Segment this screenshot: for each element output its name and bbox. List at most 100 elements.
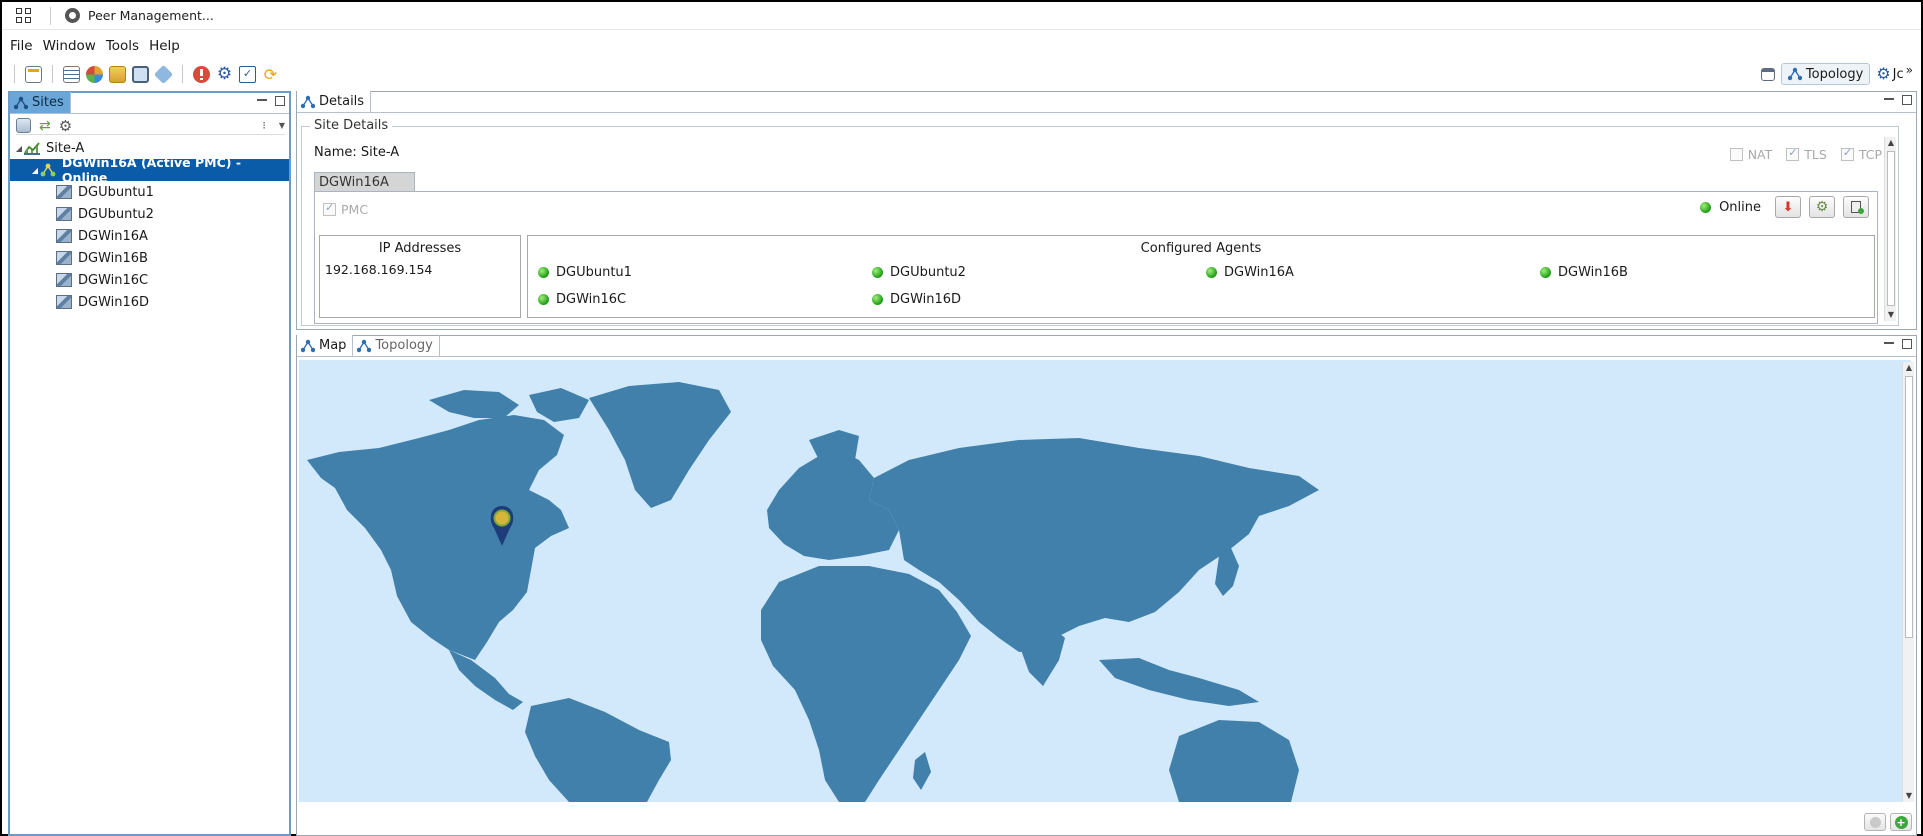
add-site-icon[interactable] xyxy=(16,118,31,133)
tls-label: TLS xyxy=(1804,147,1827,162)
tab-sites[interactable]: Sites xyxy=(10,92,71,113)
folders-icon[interactable] xyxy=(109,65,126,83)
tree-item-agent[interactable]: DGWin16C xyxy=(10,269,289,291)
settings-button[interactable]: ⚙ xyxy=(1809,196,1835,218)
details-panel-tabs: Details xyxy=(297,91,1916,113)
site-details-group: Site Details Name: Site-A NAT TLS TCP DG… xyxy=(301,118,1899,326)
app-window: Peer Management... File Window Tools Hel… xyxy=(0,0,1923,836)
sites-toolbar: ⇄ ⚙ ⁝ ▼ xyxy=(16,117,285,135)
configured-agents-header: Configured Agents xyxy=(1140,241,1262,256)
agent-item[interactable]: DGWin16B xyxy=(1540,265,1628,280)
ip-addresses-box: IP Addresses 192.168.169.154 xyxy=(319,235,521,318)
tab-map[interactable]: Map xyxy=(297,335,354,356)
arctic-islands xyxy=(529,388,589,422)
overflow-perspective-label[interactable]: Jc xyxy=(1893,67,1904,82)
agent-icon xyxy=(56,273,72,287)
sync-icon[interactable]: ⇄ xyxy=(39,118,51,134)
refresh-icon[interactable]: ⟳ xyxy=(262,66,279,83)
tree-item-agent[interactable]: DGWin16D xyxy=(10,291,289,313)
tree-item-label: DGUbuntu2 xyxy=(78,206,154,222)
topology-icon xyxy=(301,95,315,108)
checkbox-box xyxy=(323,201,336,216)
chevron-right-icon[interactable]: » xyxy=(1906,63,1913,77)
online-status-led-icon xyxy=(872,267,883,278)
menu-file[interactable]: File xyxy=(8,36,39,58)
menu-window[interactable]: Window xyxy=(41,36,102,58)
tag-icon[interactable] xyxy=(153,64,174,84)
agent-name: DGWin16B xyxy=(1558,265,1628,280)
new-window-icon[interactable] xyxy=(25,65,42,83)
document-export-icon xyxy=(1851,201,1864,214)
minimize-icon[interactable] xyxy=(1884,341,1894,344)
tree-item-agent[interactable]: DGWin16A xyxy=(10,225,289,247)
site-options: NAT TLS TCP xyxy=(1729,146,1882,162)
agent-item[interactable]: DGUbuntu2 xyxy=(872,265,966,280)
world-map[interactable] xyxy=(299,360,1911,802)
tree-item-agent[interactable]: DGWin16B xyxy=(10,247,289,269)
scroll-down-icon[interactable]: ▼ xyxy=(1885,309,1897,321)
tab-pmc-host[interactable]: DGWin16A xyxy=(314,172,415,192)
minimize-icon[interactable] xyxy=(257,98,267,101)
open-perspective-icon[interactable] xyxy=(1760,67,1775,81)
tab-details[interactable]: Details xyxy=(297,91,372,112)
gear-icon[interactable]: ⚙ xyxy=(216,65,233,83)
disconnect-button[interactable]: ⬇ xyxy=(1775,196,1801,218)
southeast-asia-islands xyxy=(1099,658,1259,706)
details-panel: Details Site Details Name: Site-A NAT TL… xyxy=(296,91,1917,330)
zoom-out-button[interactable] xyxy=(1864,813,1886,831)
list-icon[interactable] xyxy=(63,65,80,83)
checkbox-box xyxy=(1786,146,1800,161)
tcp-checkbox[interactable]: TCP xyxy=(1840,146,1882,162)
nat-checkbox[interactable]: NAT xyxy=(1729,147,1772,162)
tree-item-agent[interactable]: DGUbuntu2 xyxy=(10,203,289,225)
chevron-down-icon[interactable]: ▼ xyxy=(279,121,285,130)
host-status: Online ⬇ ⚙ xyxy=(1700,196,1869,218)
details-scrollbar[interactable]: ▲ ▼ xyxy=(1884,137,1896,321)
scroll-up-icon[interactable]: ▲ xyxy=(1885,137,1897,149)
menu-tools[interactable]: Tools xyxy=(104,36,145,58)
tree-item-active-pmc[interactable]: ◢ DGWin16A (Active PMC) - Online xyxy=(10,155,289,185)
online-status-led-icon xyxy=(1700,201,1712,213)
zoom-in-button[interactable]: + xyxy=(1890,813,1912,831)
scrollbar-thumb[interactable] xyxy=(1887,151,1895,306)
settings-gear-icon[interactable]: ⚙ xyxy=(1876,66,1890,82)
maximize-icon[interactable] xyxy=(1902,95,1912,105)
tls-checkbox[interactable]: TLS xyxy=(1786,146,1827,162)
tcp-label: TCP xyxy=(1858,147,1882,162)
tab-sites-label: Sites xyxy=(32,95,64,110)
maximize-icon[interactable] xyxy=(275,96,285,106)
settings-icon[interactable]: ⚙ xyxy=(59,117,72,135)
stop-icon[interactable] xyxy=(193,65,210,83)
tab-topology[interactable]: Topology xyxy=(353,335,440,356)
checkbox-box xyxy=(1840,146,1854,161)
scroll-down-icon[interactable]: ▼ xyxy=(1903,790,1915,802)
toolbar-separator xyxy=(14,65,15,83)
expand-arrow-icon[interactable]: ◢ xyxy=(14,144,24,153)
maximize-icon[interactable] xyxy=(1902,339,1912,349)
pmc-checkbox[interactable]: PMC xyxy=(323,201,368,217)
agent-item[interactable]: DGWin16D xyxy=(872,292,961,307)
expand-arrow-icon[interactable]: ◢ xyxy=(30,166,40,175)
scrollbar-thumb[interactable] xyxy=(1905,376,1913,638)
ip-address-value: 192.168.169.154 xyxy=(325,262,433,277)
arctic-islands xyxy=(429,390,519,418)
app-logo-icon xyxy=(65,8,80,23)
tree-item-agent[interactable]: DGUbuntu1 xyxy=(10,181,289,203)
scroll-up-icon[interactable]: ▲ xyxy=(1903,362,1915,374)
agent-icon xyxy=(56,295,72,309)
agent-item[interactable]: DGUbuntu1 xyxy=(538,265,632,280)
app-grid-icon[interactable] xyxy=(16,7,32,24)
topology-perspective-button[interactable]: Topology xyxy=(1780,63,1871,85)
map-scrollbar[interactable]: ▲ ▼ xyxy=(1902,362,1914,802)
menu-help[interactable]: Help xyxy=(147,36,186,58)
colors-icon[interactable] xyxy=(86,65,103,83)
configured-agents-box: Configured Agents DGUbuntu1 DGUbuntu2 DG… xyxy=(527,235,1875,318)
export-button[interactable] xyxy=(1843,196,1869,218)
minimize-icon[interactable] xyxy=(1884,97,1894,100)
agent-item[interactable]: DGWin16A xyxy=(1206,265,1294,280)
view-menu-icon[interactable]: ⁝ xyxy=(262,119,265,132)
agent-item[interactable]: DGWin16C xyxy=(538,292,626,307)
tree-item-label: DGWin16A xyxy=(78,228,148,244)
clipboard-check-icon[interactable]: ✓ xyxy=(239,65,256,83)
monitor-icon[interactable] xyxy=(132,65,149,83)
